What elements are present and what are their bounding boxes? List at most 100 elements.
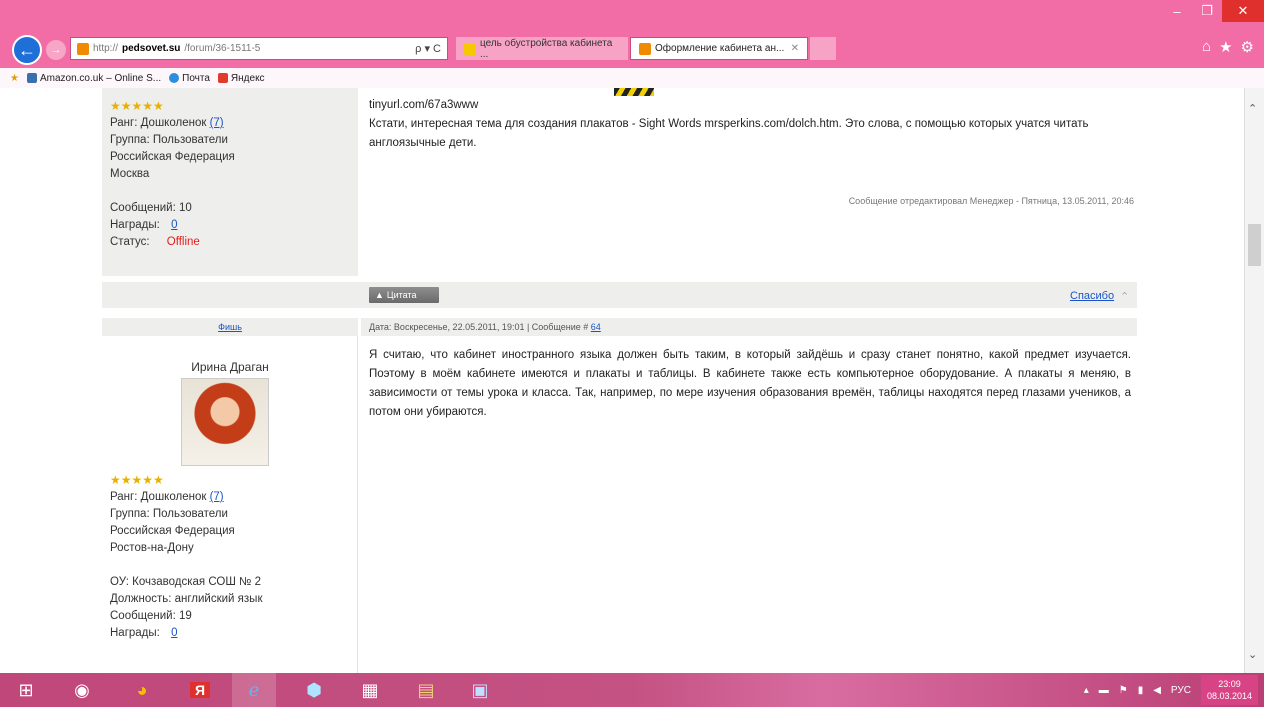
user-city: Москва [110, 168, 150, 180]
post-date: Дата: Воскресенье, 22.05.2011, 19:01 | С… [369, 322, 591, 332]
user-group: Группа: Пользователи [110, 508, 228, 520]
message-count: Сообщений: 10 [110, 202, 192, 214]
post2-header: Дата: Воскресенье, 22.05.2011, 19:01 | С… [361, 318, 1137, 336]
search-refresh-icon[interactable]: ρ ▾ C [415, 42, 447, 55]
yandex-favicon-icon [464, 42, 476, 55]
taskbar-camera[interactable]: ◉ [60, 673, 104, 707]
camera-icon: ◉ [74, 679, 90, 700]
arrow-left-icon: ← [18, 39, 36, 60]
site-favicon-icon [639, 42, 651, 55]
taskbar-yandex[interactable]: Я [178, 673, 222, 707]
window-controls: – ❐ ✕ [1162, 0, 1264, 26]
tray-expand-icon[interactable]: ▴ [1084, 685, 1089, 696]
address-bar[interactable]: http://pedsovet.su/forum/36-1511-5 ρ ▾ C [70, 37, 448, 60]
url-host: pedsovet.su [122, 43, 181, 54]
system-tray: ▴ ▬ ⚑ ▮ ◀ РУС 23:09 08.03.2014 [1084, 673, 1264, 707]
forward-button[interactable]: → [46, 40, 66, 60]
rank-value: Дошколенок [140, 117, 207, 129]
arrow-right-icon: → [50, 44, 62, 56]
post2-body: Я считаю, что кабинет иностранного языка… [369, 349, 1131, 418]
network-icon: ⬢ [306, 679, 322, 700]
rating-stars-icon: ★★★★★ [110, 99, 164, 113]
page-scrollbar[interactable]: ⌃ ⌄ [1244, 88, 1264, 673]
folder-icon: ▤ [417, 679, 435, 700]
site-favicon-icon [77, 42, 89, 55]
favorite-amazon[interactable]: Amazon.co.uk – Online S... [26, 73, 161, 84]
yandex-browser-icon: Я [189, 682, 211, 698]
message-number-link[interactable]: 64 [591, 322, 601, 332]
status-offline: Offline [166, 236, 200, 248]
user-position: Должность: английский язык [110, 593, 263, 605]
user-country: Российская Федерация [110, 151, 235, 163]
start-button[interactable]: ⊞ [4, 673, 48, 707]
thanks-link[interactable]: Спасибо [1070, 290, 1114, 302]
windows-logo-icon: ⊞ [18, 679, 34, 700]
user-city: Ростов-на-Дону [110, 542, 194, 554]
new-tab-button[interactable] [810, 37, 836, 60]
tab-close-icon[interactable]: ✕ [791, 43, 799, 54]
scroll-down-icon[interactable]: ⌄ [1248, 648, 1257, 661]
volume-icon[interactable]: ◀ [1153, 685, 1161, 696]
awards-label: Награды: [110, 219, 160, 231]
flag-icon[interactable]: ⚑ [1119, 685, 1128, 696]
rank-label: Ранг: [110, 491, 138, 503]
forum-page: ★★★★★ Ранг: Дошколенок (7) Группа: Польз… [0, 88, 1244, 673]
post1-author-info: ★★★★★ Ранг: Дошколенок (7) Группа: Польз… [102, 98, 358, 251]
taskbar-tiles[interactable]: ▦ [348, 673, 392, 707]
favorite-label: Яндекс [230, 72, 265, 84]
home-icon[interactable]: ⌂ [1202, 38, 1211, 56]
favorite-mail[interactable]: Почта [169, 73, 210, 84]
author-link[interactable]: Фишь [218, 322, 242, 332]
post2-author-info: ★★★★★ Ранг: Дошколенок (7) Группа: Польз… [102, 472, 358, 642]
taskbar-network[interactable]: ⬢ [292, 673, 336, 707]
keyboard-icon[interactable]: ▬ [1099, 685, 1109, 696]
taskbar-explorer[interactable]: ▤ [404, 673, 448, 707]
post-text: Кстати, интересная тема для создания пла… [369, 118, 1089, 149]
status-label: Статус: [110, 236, 150, 248]
rank-link[interactable]: (7) [210, 117, 224, 129]
awards-link[interactable]: 0 [171, 219, 177, 231]
taskbar-chrome[interactable]: ◕ [120, 673, 164, 707]
tab-active[interactable]: Оформление кабинета ан... ✕ [630, 37, 808, 60]
scroll-up-icon[interactable]: ⌃ [1248, 102, 1257, 115]
windows-taskbar: ⊞ ◉ ◕ Я ℯ ⬢ ▦ ▤ ▣ ▴ ▬ ⚑ ▮ ◀ РУС 23:09 08… [0, 673, 1264, 707]
language-indicator[interactable]: РУС [1171, 685, 1191, 696]
favorites-star-icon[interactable]: ★ [1219, 38, 1232, 56]
tab-title: цель обустройства кабинета ... [480, 37, 613, 60]
author-name: Ирина Драган [191, 360, 269, 374]
close-icon[interactable]: ✕ [1222, 0, 1264, 22]
document-icon: ▣ [471, 679, 489, 700]
taskbar-ie[interactable]: ℯ [232, 673, 276, 707]
rank-link[interactable]: (7) [210, 491, 224, 503]
awards-link[interactable]: 0 [171, 627, 177, 639]
user-school: ОУ: Кочзаводская СОШ № 2 [110, 576, 261, 588]
restore-icon[interactable]: ❐ [1192, 0, 1222, 22]
chrome-icon: ◕ [136, 679, 148, 700]
back-button[interactable]: ← [12, 35, 42, 65]
url-path: /forum/36-1511-5 [184, 43, 261, 54]
awards-label: Награды: [110, 627, 160, 639]
add-favorite-icon[interactable]: ★ [10, 73, 19, 84]
favorite-label: Почта [182, 72, 210, 84]
internet-explorer-icon: ℯ [248, 679, 260, 700]
clock[interactable]: 23:09 08.03.2014 [1200, 675, 1258, 705]
settings-gear-icon[interactable]: ⚙ [1241, 38, 1254, 56]
post-link-line: tinyurl.com/67a3www [369, 99, 479, 111]
scroll-thumb[interactable] [1248, 224, 1261, 266]
clock-date: 08.03.2014 [1206, 691, 1252, 701]
user-country: Российская Федерация [110, 525, 235, 537]
post1-body: tinyurl.com/67a3www Кстати, интересная т… [361, 96, 1137, 153]
tab-inactive[interactable]: цель обустройства кабинета ... [456, 37, 628, 60]
network-tray-icon[interactable]: ▮ [1138, 685, 1144, 696]
favorite-yandex[interactable]: Яндекс [217, 72, 265, 84]
favorites-bar: ★ Amazon.co.uk – Online S... Почта Яндек… [0, 68, 1264, 88]
tab-title: Оформление кабинета ан... [655, 43, 785, 54]
quote-button[interactable]: ▲ Цитата [369, 287, 439, 303]
avatar[interactable] [181, 378, 269, 466]
minimize-icon[interactable]: – [1162, 0, 1192, 22]
rank-value: Дошколенок [140, 491, 207, 503]
message-count: Сообщений: 19 [110, 610, 192, 622]
taskbar-word[interactable]: ▣ [458, 673, 502, 707]
scroll-top-icon[interactable]: ⌃ [1120, 290, 1129, 303]
page-icon [26, 73, 37, 83]
